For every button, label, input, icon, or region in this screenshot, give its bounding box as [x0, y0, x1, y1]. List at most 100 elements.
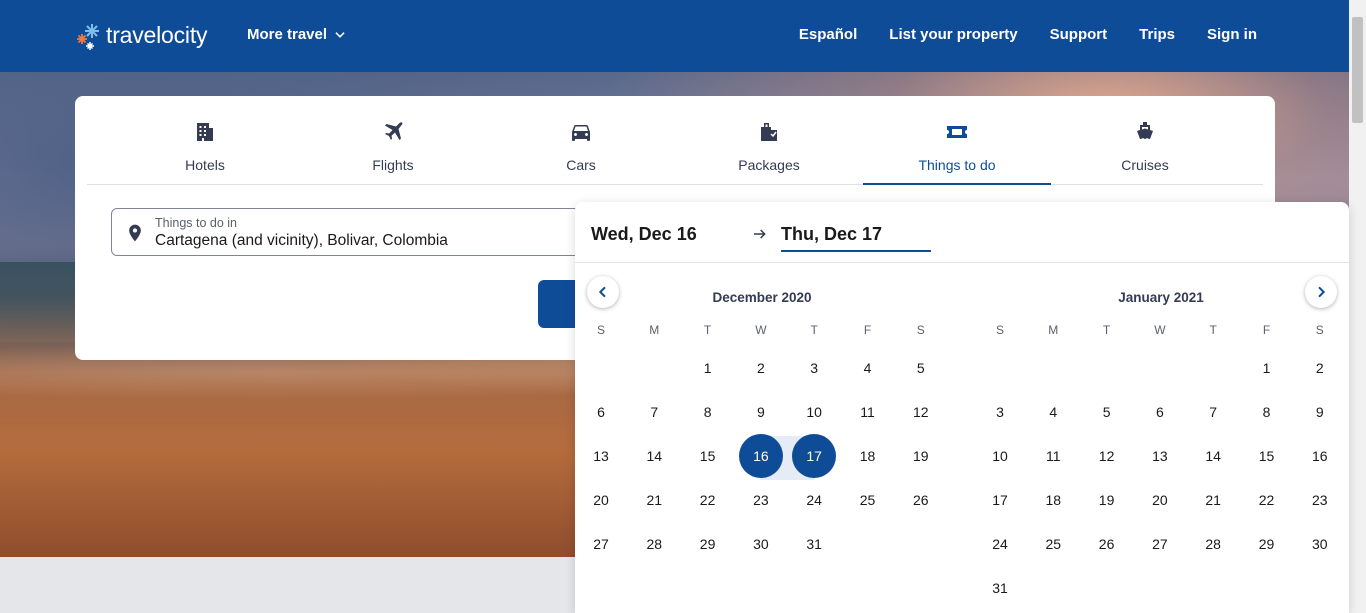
tab-cars[interactable]: Cars [487, 96, 675, 184]
calendar-day[interactable]: 1 [686, 346, 730, 390]
calendar-day[interactable]: 5 [899, 346, 943, 390]
calendar-day[interactable]: 24 [978, 522, 1022, 566]
calendar-day[interactable]: 18 [846, 434, 890, 478]
calendar-day[interactable]: 20 [1138, 478, 1182, 522]
calendar-day[interactable]: 7 [632, 390, 676, 434]
calendar-day[interactable]: 30 [739, 522, 783, 566]
calendar-day[interactable]: 28 [1191, 522, 1235, 566]
calendar-day[interactable]: 4 [1031, 390, 1075, 434]
support-link[interactable]: Support [1050, 26, 1108, 43]
more-travel-menu[interactable]: More travel [247, 26, 347, 43]
calendar-day[interactable]: 19 [1085, 478, 1129, 522]
calendar-day[interactable]: 13 [579, 434, 623, 478]
calendar-day[interactable]: 15 [686, 434, 730, 478]
calendar-day[interactable]: 20 [579, 478, 623, 522]
calendar-day[interactable]: 31 [792, 522, 836, 566]
tab-label: Cruises [1121, 157, 1169, 173]
calendar-day[interactable]: 16 [738, 434, 783, 478]
calendar-day[interactable]: 9 [1298, 390, 1342, 434]
calendar-day[interactable]: 10 [978, 434, 1022, 478]
calendar-day[interactable]: 12 [899, 390, 943, 434]
tab-things-to-do[interactable]: Things to do [863, 96, 1051, 185]
calendar-day[interactable]: 2 [739, 346, 783, 390]
sign-in-link[interactable]: Sign in [1207, 26, 1257, 43]
calendar-day[interactable]: 30 [1298, 522, 1342, 566]
calendar-day[interactable]: 8 [1245, 390, 1289, 434]
destination-label: Things to do in [155, 216, 237, 230]
calendar-day[interactable]: 22 [1245, 478, 1289, 522]
calendar-day[interactable]: 4 [846, 346, 890, 390]
next-month-button[interactable] [1305, 276, 1337, 308]
weekday-label: T [1209, 323, 1217, 337]
destination-value: Cartagena (and vicinity), Bolivar, Colom… [155, 232, 448, 249]
scrollbar-thumb[interactable] [1352, 17, 1363, 123]
end-date[interactable]: Thu, Dec 17 [781, 224, 882, 245]
plane-icon [385, 122, 403, 140]
logo-text: travelocity [106, 21, 208, 48]
calendar-day[interactable]: 14 [1191, 434, 1235, 478]
tab-label: Flights [372, 157, 414, 173]
weekday-label: F [863, 323, 872, 337]
calendar-day[interactable]: 22 [686, 478, 730, 522]
calendar-day[interactable]: 31 [978, 566, 1022, 610]
calendar-day[interactable]: 6 [1138, 390, 1182, 434]
language-link[interactable]: Español [799, 26, 857, 43]
calendar-day[interactable]: 8 [686, 390, 730, 434]
calendar-day[interactable]: 23 [739, 478, 783, 522]
calendar-day[interactable]: 15 [1245, 434, 1289, 478]
list-property-link[interactable]: List your property [889, 26, 1017, 43]
calendar-day[interactable]: 29 [686, 522, 730, 566]
tab-label: Things to do [918, 157, 996, 173]
calendar-day[interactable]: 18 [1031, 478, 1075, 522]
calendar-day[interactable]: 7 [1191, 390, 1235, 434]
travelocity-logo[interactable]: travelocity [74, 17, 208, 53]
calendar-day[interactable]: 25 [1031, 522, 1075, 566]
weekday-label: S [596, 323, 605, 337]
tab-cruises[interactable]: Cruises [1051, 96, 1239, 184]
calendar-day[interactable]: 2 [1298, 346, 1342, 390]
calendar-day[interactable]: 13 [1138, 434, 1182, 478]
calendar-day[interactable]: 19 [899, 434, 943, 478]
calendar-day[interactable]: 6 [579, 390, 623, 434]
calendar-day[interactable]: 11 [1031, 434, 1075, 478]
calendar-day[interactable]: 1 [1245, 346, 1289, 390]
date-picker-header: Wed, Dec 16 Thu, Dec 17 [575, 202, 1349, 263]
weekday-label: S [1315, 323, 1324, 337]
calendar-day[interactable]: 24 [792, 478, 836, 522]
calendar-day[interactable]: 3 [792, 346, 836, 390]
cruise-icon [1137, 122, 1153, 139]
chevron-down-icon [335, 31, 345, 38]
weekday-label: S [916, 323, 925, 337]
calendar-day[interactable]: 29 [1245, 522, 1289, 566]
tab-label: Cars [566, 157, 596, 173]
calendar-day[interactable]: 12 [1085, 434, 1129, 478]
tab-hotels[interactable]: Hotels [111, 96, 299, 184]
calendar-day[interactable]: 16 [1298, 434, 1342, 478]
calendar-day[interactable]: 27 [579, 522, 623, 566]
calendar-day[interactable]: 3 [978, 390, 1022, 434]
calendar-day[interactable]: 26 [899, 478, 943, 522]
calendar-day[interactable]: 25 [846, 478, 890, 522]
date-picker: Wed, Dec 16 Thu, Dec 17 December 2020 Ja… [575, 202, 1349, 613]
tab-flights[interactable]: Flights [299, 96, 487, 184]
calendar-day[interactable]: 17 [978, 478, 1022, 522]
calendar-day[interactable]: 23 [1298, 478, 1342, 522]
tab-packages[interactable]: Packages [675, 96, 863, 184]
calendar-day[interactable]: 14 [632, 434, 676, 478]
calendar-day[interactable]: 5 [1085, 390, 1129, 434]
calendar-day[interactable]: 27 [1138, 522, 1182, 566]
month-title-january: January 2021 [1118, 290, 1204, 305]
calendar-day[interactable]: 28 [632, 522, 676, 566]
calendar-day[interactable]: 26 [1085, 522, 1129, 566]
calendar-day[interactable]: 21 [1191, 478, 1235, 522]
tab-label: Packages [738, 157, 800, 173]
calendar-day[interactable]: 17 [792, 434, 837, 478]
start-date[interactable]: Wed, Dec 16 [591, 224, 697, 245]
weekday-label: M [1048, 323, 1059, 337]
calendar-day[interactable]: 9 [739, 390, 783, 434]
calendar-day[interactable]: 11 [846, 390, 890, 434]
previous-month-button[interactable] [587, 276, 619, 308]
trips-link[interactable]: Trips [1139, 26, 1175, 43]
calendar-day[interactable]: 10 [792, 390, 836, 434]
calendar-day[interactable]: 21 [632, 478, 676, 522]
